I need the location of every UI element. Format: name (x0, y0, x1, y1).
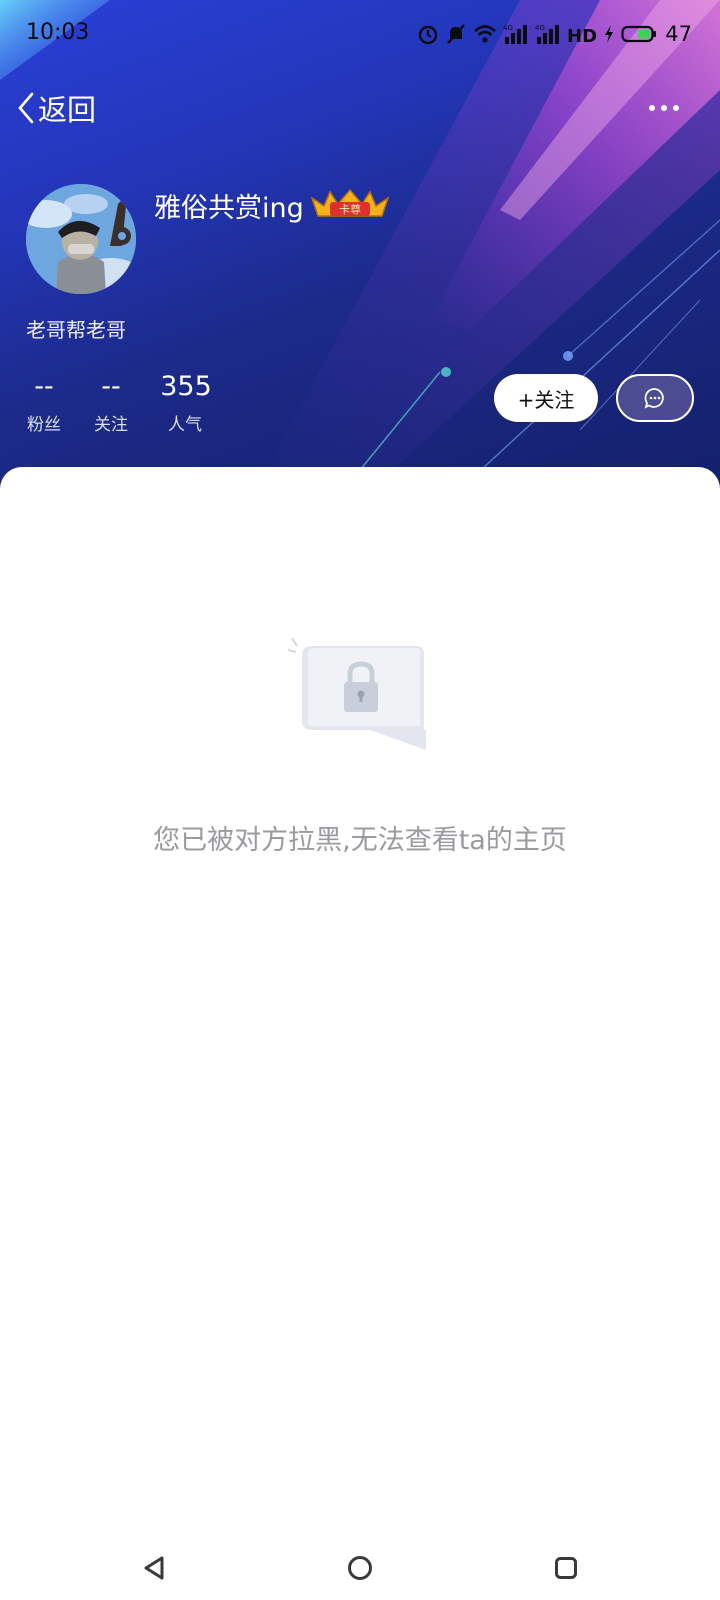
more-icon[interactable] (648, 100, 680, 116)
stat-popularity-label: 人气 (168, 415, 202, 435)
wifi-icon (474, 25, 497, 43)
svg-text:4G: 4G (535, 24, 545, 32)
stat-popularity-value: 355 (160, 371, 212, 402)
svg-text:HD: HD (567, 26, 597, 45)
blocked-message: 您已被对方拉黑,无法查看ta的主页 (153, 825, 567, 856)
home-circle-icon (348, 1556, 372, 1580)
stat-fans-value: -- (34, 371, 54, 402)
message-button[interactable] (616, 374, 694, 422)
system-home-button[interactable] (340, 1548, 380, 1588)
battery-level: 47 (665, 22, 692, 46)
recents-square-icon (555, 1557, 577, 1579)
stat-following-value: -- (101, 371, 121, 402)
system-nav-bar (0, 1540, 720, 1600)
avatar[interactable] (26, 184, 136, 294)
back-label: 返回 (38, 93, 97, 127)
mute-icon (447, 24, 466, 44)
stat-fans[interactable]: -- 粉丝 (26, 370, 62, 435)
stat-popularity: 355 人气 (160, 370, 212, 435)
follow-button[interactable]: +关注 (494, 374, 598, 422)
lock-icon (288, 637, 426, 750)
avatar-image (26, 184, 136, 294)
stat-following[interactable]: -- 关注 (93, 370, 129, 435)
battery-icon (621, 25, 657, 43)
system-back-button[interactable] (134, 1548, 174, 1588)
system-recents-button[interactable] (546, 1548, 586, 1588)
status-icons: 4G 4G HD 47 (417, 18, 692, 50)
back-triangle-icon (144, 1556, 164, 1580)
back-button[interactable]: 返回 (16, 88, 96, 128)
profile-screen: 10:03 4G 4G HD 47 返回 雅俗共赏ing 卡尊 老哥帮老哥 --… (0, 0, 720, 1600)
svg-text:4G: 4G (503, 24, 513, 32)
content-card (0, 467, 720, 1517)
hd-icon: HD (567, 26, 597, 45)
vip-badge-text: 卡尊 (339, 202, 361, 216)
status-bar: 10:03 4G 4G HD 47 (0, 0, 720, 70)
charging-icon (605, 25, 614, 43)
nickname: 雅俗共赏ing (154, 193, 304, 224)
vip-crown-badge: 卡尊 (310, 188, 390, 217)
profile-signature: 老哥帮老哥 (26, 318, 126, 342)
status-time: 10:03 (26, 20, 90, 45)
profile-header: 10:03 4G 4G HD 47 返回 雅俗共赏ing 卡尊 老哥帮老哥 --… (0, 0, 720, 500)
chevron-left-icon (18, 92, 34, 124)
stat-following-label: 关注 (94, 415, 128, 435)
signal-4g-icon: 4G (503, 24, 528, 44)
stat-fans-label: 粉丝 (27, 415, 61, 435)
chat-bubble-icon (644, 388, 664, 409)
alarm-icon (419, 25, 438, 45)
signal-4g-icon: 4G (535, 24, 560, 44)
